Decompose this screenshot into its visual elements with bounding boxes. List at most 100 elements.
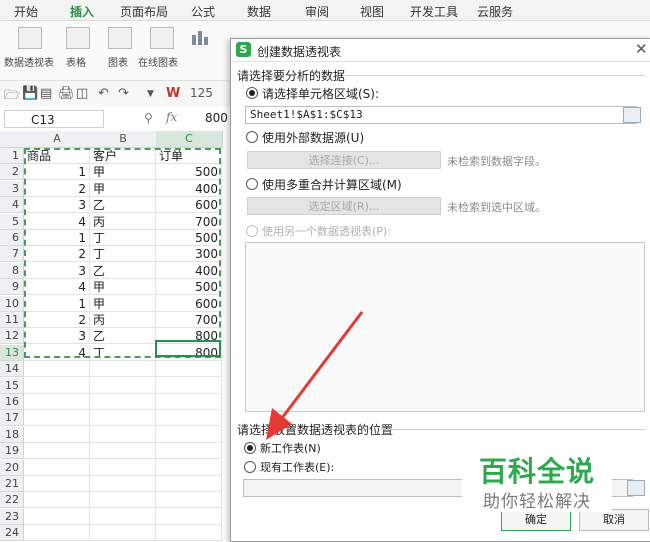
cell[interactable] bbox=[24, 476, 90, 492]
cell[interactable] bbox=[24, 492, 90, 509]
cell[interactable]: 4 bbox=[24, 279, 90, 296]
magnify-icon[interactable]: ⚲ bbox=[144, 111, 153, 125]
cell[interactable]: 500 bbox=[156, 164, 222, 181]
redo-icon[interactable]: ↷ bbox=[118, 86, 129, 101]
table-icon[interactable] bbox=[66, 27, 90, 49]
cell[interactable] bbox=[156, 394, 222, 410]
menu-insert[interactable]: 插入 bbox=[67, 3, 97, 24]
select-all-corner[interactable] bbox=[0, 131, 25, 148]
online-chart-icon[interactable] bbox=[150, 27, 174, 49]
formula-input[interactable]: 800 bbox=[205, 111, 228, 125]
row-header[interactable]: 12 bbox=[0, 328, 24, 345]
open-icon[interactable]: 🗁 bbox=[4, 86, 20, 108]
preview-icon[interactable]: ◫ bbox=[76, 86, 88, 101]
cell[interactable] bbox=[90, 410, 156, 427]
row-header[interactable]: 22 bbox=[0, 492, 24, 509]
cell[interactable]: 700 bbox=[156, 213, 222, 230]
cell[interactable]: 甲 bbox=[90, 164, 156, 181]
cell[interactable]: 500 bbox=[156, 279, 222, 296]
cell[interactable]: 乙 bbox=[90, 262, 156, 279]
row-header[interactable]: 2 bbox=[0, 164, 24, 181]
cell[interactable] bbox=[156, 361, 222, 378]
cell[interactable]: 700 bbox=[156, 312, 222, 328]
location-picker-icon[interactable] bbox=[627, 480, 645, 496]
row-header[interactable]: 17 bbox=[0, 410, 24, 427]
cancel-button[interactable]: 取消 bbox=[579, 509, 649, 531]
ok-button[interactable]: 确定 bbox=[501, 509, 571, 531]
cell[interactable]: 丙 bbox=[90, 312, 156, 328]
radio-existing-sheet[interactable] bbox=[244, 461, 256, 473]
radio-other-pivot[interactable] bbox=[246, 225, 258, 237]
cell[interactable] bbox=[156, 377, 222, 394]
cell[interactable] bbox=[90, 492, 156, 509]
menu-developer[interactable]: 开发工具 bbox=[410, 3, 458, 20]
range-input[interactable]: Sheet1!$A$1:$C$13 bbox=[245, 106, 637, 124]
cell[interactable]: 订单 bbox=[156, 148, 222, 164]
menu-cloud[interactable]: 云服务 bbox=[477, 3, 513, 20]
active-cell[interactable] bbox=[155, 340, 221, 357]
row-header[interactable]: 18 bbox=[0, 426, 24, 443]
row-header[interactable]: 21 bbox=[0, 476, 24, 492]
zoom-value[interactable]: 125 bbox=[190, 86, 213, 100]
row-header[interactable]: 15 bbox=[0, 377, 24, 394]
dialog-title-bar[interactable]: S 创建数据透视表 ✕ bbox=[231, 39, 650, 62]
menu-view[interactable]: 视图 bbox=[360, 3, 384, 20]
cell[interactable]: 2 bbox=[24, 246, 90, 263]
cell[interactable]: 丙 bbox=[90, 213, 156, 230]
menu-page-layout[interactable]: 页面布局 bbox=[120, 3, 168, 20]
cell[interactable] bbox=[24, 443, 90, 460]
cell[interactable]: 3 bbox=[24, 197, 90, 214]
cell[interactable] bbox=[90, 525, 156, 542]
row-header[interactable]: 10 bbox=[0, 295, 24, 312]
save-icon[interactable]: 💾 bbox=[22, 86, 38, 101]
cell[interactable]: 2 bbox=[24, 312, 90, 328]
column-header-a[interactable]: A bbox=[24, 131, 91, 148]
cell[interactable]: 丁 bbox=[90, 344, 156, 361]
row-header[interactable]: 16 bbox=[0, 394, 24, 410]
row-header[interactable]: 8 bbox=[0, 262, 24, 279]
cell[interactable]: 1 bbox=[24, 164, 90, 181]
cell[interactable] bbox=[156, 508, 222, 525]
cell[interactable] bbox=[156, 525, 222, 542]
radio-external-source[interactable] bbox=[246, 131, 258, 143]
cell[interactable]: 300 bbox=[156, 246, 222, 263]
cell[interactable]: 4 bbox=[24, 213, 90, 230]
cell[interactable] bbox=[90, 361, 156, 378]
cell[interactable]: 甲 bbox=[90, 180, 156, 197]
cell[interactable] bbox=[24, 508, 90, 525]
row-header[interactable]: 11 bbox=[0, 312, 24, 328]
cell[interactable]: 400 bbox=[156, 180, 222, 197]
row-header[interactable]: 19 bbox=[0, 443, 24, 460]
cell[interactable]: 2 bbox=[24, 180, 90, 197]
cell[interactable]: 500 bbox=[156, 230, 222, 246]
cell[interactable]: 1 bbox=[24, 230, 90, 246]
cell[interactable] bbox=[24, 525, 90, 542]
undo-icon[interactable]: ↶ bbox=[98, 86, 109, 101]
cell[interactable]: 商品 bbox=[24, 148, 90, 164]
ribbon-pivot-label[interactable]: 数据透视表 bbox=[4, 54, 54, 69]
row-header[interactable]: 7 bbox=[0, 246, 24, 263]
ribbon-table-label[interactable]: 表格 bbox=[66, 54, 86, 69]
choose-connection-button[interactable]: 选择连接(C)... bbox=[247, 151, 441, 169]
cell[interactable] bbox=[24, 361, 90, 378]
close-icon[interactable]: ✕ bbox=[635, 40, 648, 58]
export-icon[interactable]: ▤ bbox=[40, 86, 52, 101]
cell[interactable]: 3 bbox=[24, 328, 90, 345]
column-header-c[interactable]: C bbox=[156, 131, 223, 148]
cell[interactable] bbox=[90, 443, 156, 460]
dropdown-icon[interactable]: ▼ bbox=[147, 89, 154, 99]
cell[interactable] bbox=[156, 443, 222, 460]
menu-review[interactable]: 审阅 bbox=[305, 3, 329, 20]
cell[interactable] bbox=[24, 394, 90, 410]
row-header[interactable]: 24 bbox=[0, 525, 24, 542]
cell[interactable]: 乙 bbox=[90, 328, 156, 345]
row-header[interactable]: 23 bbox=[0, 508, 24, 525]
wps-icon[interactable]: W bbox=[166, 86, 180, 101]
cell[interactable] bbox=[156, 426, 222, 443]
choose-range-button[interactable]: 选定区域(R)... bbox=[247, 197, 441, 215]
menu-formula[interactable]: 公式 bbox=[191, 3, 215, 20]
row-header[interactable]: 6 bbox=[0, 230, 24, 246]
menu-data[interactable]: 数据 bbox=[247, 3, 271, 20]
radio-cell-range[interactable] bbox=[246, 87, 258, 99]
cell[interactable] bbox=[90, 394, 156, 410]
